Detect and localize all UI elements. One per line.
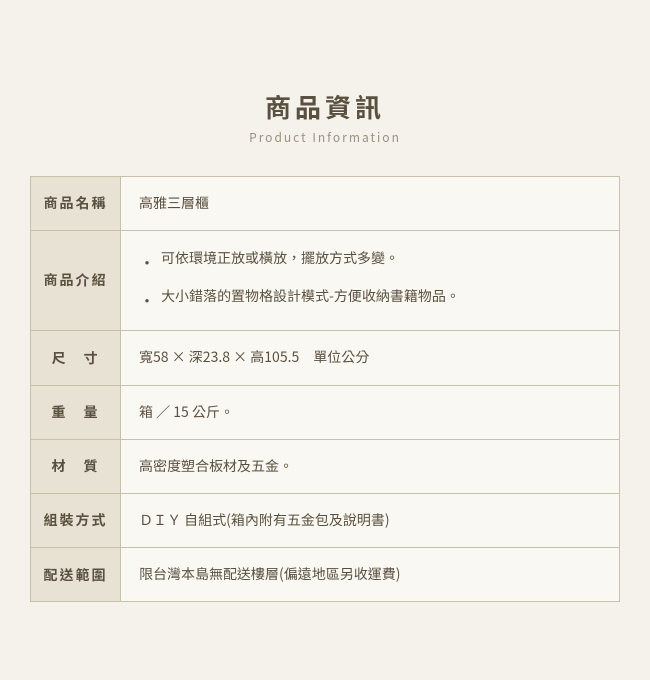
table-row: 重 量箱 ／ 15 公斤。 [31, 386, 619, 440]
row-label: 材 質 [31, 440, 121, 493]
bullet-text: 大小錯落的置物格設計模式-方便收納書籍物品。 [161, 285, 460, 309]
bullet-item: •大小錯落的置物格設計模式-方便收納書籍物品。 [139, 285, 460, 315]
row-label: 商品介紹 [31, 231, 121, 331]
table-row: 組裝方式ＤＩＹ 自組式(箱內附有五金包及說明書) [31, 494, 619, 548]
table-row: 配送範圍限台灣本島無配送樓層(偏遠地區另收運費) [31, 548, 619, 601]
bullet-icon: • [139, 248, 155, 277]
page-title-zh: 商品資訊 [30, 88, 620, 125]
bullet-text: 可依環境正放或橫放，擺放方式多變。 [161, 247, 399, 271]
row-label: 組裝方式 [31, 494, 121, 547]
row-value: 寬58 × 深23.8 × 高105.5 單位公分 [121, 331, 619, 384]
table-row: 商品介紹•可依環境正放或橫放，擺放方式多變。•大小錯落的置物格設計模式-方便收納… [31, 231, 619, 332]
page-header: 商品資訊 Product Information [30, 78, 620, 156]
bullet-item: •可依環境正放或橫放，擺放方式多變。 [139, 247, 399, 277]
table-row: 材 質高密度塑合板材及五金。 [31, 440, 619, 494]
table-row: 尺 寸寬58 × 深23.8 × 高105.5 單位公分 [31, 331, 619, 385]
row-value: 箱 ／ 15 公斤。 [121, 386, 619, 439]
row-value: 高密度塑合板材及五金。 [121, 440, 619, 493]
row-value: 限台灣本島無配送樓層(偏遠地區另收運費) [121, 548, 619, 601]
row-value: •可依環境正放或橫放，擺放方式多變。•大小錯落的置物格設計模式-方便收納書籍物品… [121, 231, 619, 331]
row-value: 高雅三層櫃 [121, 177, 619, 230]
row-label: 商品名稱 [31, 177, 121, 230]
row-label: 配送範圍 [31, 548, 121, 601]
product-info-container: 商品資訊 Product Information 商品名稱高雅三層櫃商品介紹•可… [30, 78, 620, 603]
row-label: 重 量 [31, 386, 121, 439]
page-title-en: Product Information [30, 129, 620, 146]
info-table: 商品名稱高雅三層櫃商品介紹•可依環境正放或橫放，擺放方式多變。•大小錯落的置物格… [30, 176, 620, 603]
table-row: 商品名稱高雅三層櫃 [31, 177, 619, 231]
row-value: ＤＩＹ 自組式(箱內附有五金包及說明書) [121, 494, 619, 547]
row-label: 尺 寸 [31, 331, 121, 384]
bullet-icon: • [139, 286, 155, 315]
